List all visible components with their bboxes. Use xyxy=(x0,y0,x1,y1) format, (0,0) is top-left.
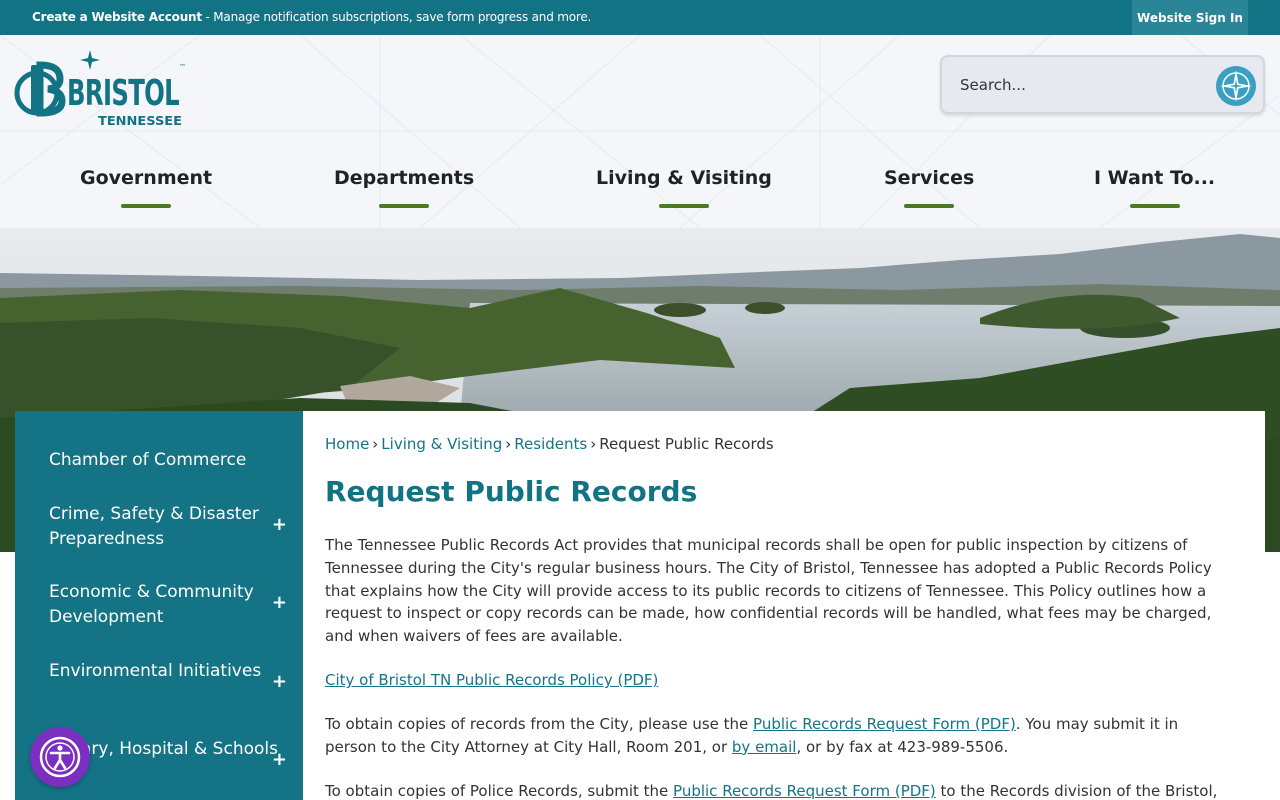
logo-state: TENNESSEE xyxy=(98,114,182,128)
nav-services-label: Services xyxy=(884,167,975,189)
breadcrumb-separator: › xyxy=(372,435,379,453)
nav-living-visiting-label: Living & Visiting xyxy=(596,167,772,189)
intro-paragraph: The Tennessee Public Records Act provide… xyxy=(325,536,1212,646)
search-input[interactable] xyxy=(960,73,1200,97)
logo-wordmark: BRISTOL xyxy=(67,73,179,114)
nav-underline xyxy=(379,204,430,208)
nav-i-want-to[interactable]: I Want To... xyxy=(1094,167,1216,208)
breadcrumb-living-visiting[interactable]: Living & Visiting xyxy=(381,435,502,453)
policy-paragraph: City of Bristol TN Public Records Policy… xyxy=(325,669,1225,692)
nav-services[interactable]: Services xyxy=(884,167,975,208)
sidebar-item-chamber-of-commerce[interactable]: Chamber of Commerce xyxy=(49,448,289,473)
police-request-form-link[interactable]: Public Records Request Form (PDF) xyxy=(673,782,936,800)
main-navigation: Government Departments Living & Visiting… xyxy=(0,163,1280,213)
sidebar-item-environmental-initiatives[interactable]: Environmental Initiatives xyxy=(49,659,289,684)
create-account-description: - Manage notification subscriptions, sav… xyxy=(201,10,592,24)
sidebar-item-crime-safety[interactable]: Crime, Safety & Disaster Preparedness xyxy=(49,502,289,552)
website-sign-in-button[interactable]: Website Sign In xyxy=(1132,0,1248,35)
breadcrumb-separator: › xyxy=(505,435,512,453)
main-content: Home › Living & Visiting › Residents › Request… xyxy=(303,411,1265,800)
sidebar-item-economic-development[interactable]: Economic & Community Development xyxy=(49,580,289,630)
nav-departments[interactable]: Departments xyxy=(334,167,475,208)
expand-plus-icon[interactable]: + xyxy=(272,592,287,613)
breadcrumb-separator: › xyxy=(590,435,597,453)
public-records-policy-link[interactable]: City of Bristol TN Public Records Policy… xyxy=(325,671,658,689)
nav-underline xyxy=(904,204,955,208)
nav-departments-label: Departments xyxy=(334,167,475,189)
site-header: BRISTOL ™ TENNESSEE Government Departmen… xyxy=(0,35,1280,228)
breadcrumb-residents[interactable]: Residents xyxy=(514,435,587,453)
page-title: Request Public Records xyxy=(325,475,698,508)
top-bar: Create a Website Account - Manage notifi… xyxy=(0,0,1280,35)
breadcrumb-home[interactable]: Home xyxy=(325,435,369,453)
p2-text-a: To obtain copies of records from the Cit… xyxy=(325,715,754,733)
nav-government[interactable]: Government xyxy=(80,167,213,208)
nav-living-visiting[interactable]: Living & Visiting xyxy=(596,167,772,208)
p3-text-b: to the Records division of the Bristol, xyxy=(935,782,1218,800)
p3-text-a: To obtain copies of Police Records, subm… xyxy=(325,782,674,800)
expand-plus-icon[interactable]: + xyxy=(272,749,287,770)
p2-text-c: , or by fax at 423-989-5506. xyxy=(796,737,1009,756)
nav-underline xyxy=(658,204,709,208)
expand-plus-icon[interactable]: + xyxy=(272,671,287,692)
nav-i-want-to-label: I Want To... xyxy=(1094,167,1216,189)
search-button[interactable] xyxy=(1216,66,1256,106)
nav-underline xyxy=(1129,204,1180,208)
search-box xyxy=(940,55,1265,114)
accessibility-button[interactable] xyxy=(30,727,90,787)
create-account-message[interactable]: Create a Website Account - Manage notifi… xyxy=(32,10,591,24)
police-records-paragraph: To obtain copies of Police Records, subm… xyxy=(325,780,1225,800)
compass-search-icon xyxy=(1220,70,1252,102)
expand-plus-icon[interactable]: + xyxy=(272,514,287,535)
breadcrumb: Home › Living & Visiting › Residents › Request… xyxy=(325,435,774,453)
create-account-link[interactable]: Create a Website Account xyxy=(32,10,202,24)
public-records-request-form-link[interactable]: Public Records Request Form (PDF) xyxy=(753,715,1016,733)
logo-trademark: ™ xyxy=(179,63,186,71)
by-email-link[interactable]: by email xyxy=(732,738,797,756)
accessibility-icon xyxy=(39,736,81,778)
nav-government-label: Government xyxy=(80,167,213,189)
bristol-logo[interactable]: BRISTOL ™ TENNESSEE xyxy=(14,43,189,128)
breadcrumb-current: Request Public Records xyxy=(599,435,774,453)
nav-underline xyxy=(121,204,172,208)
request-form-paragraph: To obtain copies of records from the Cit… xyxy=(325,713,1225,759)
